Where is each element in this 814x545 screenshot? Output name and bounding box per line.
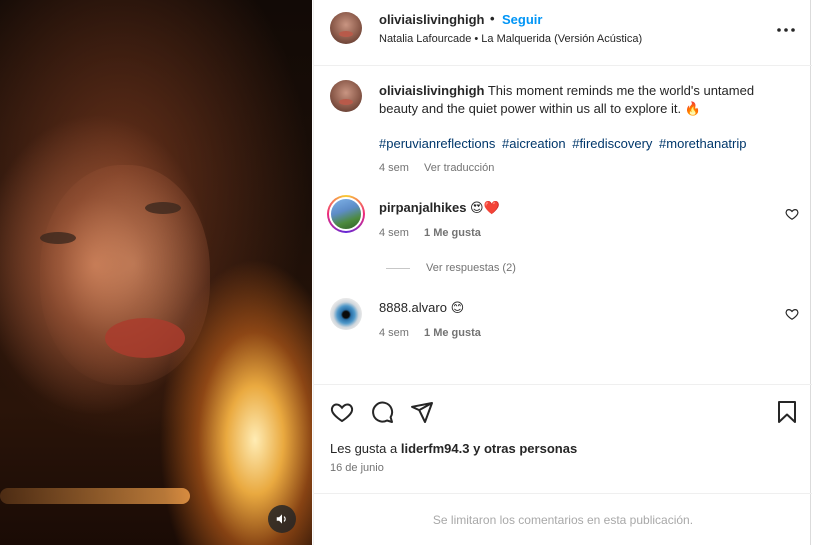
more-horizontal-icon	[777, 28, 795, 32]
comment-meta: 4 sem 1 Me gusta	[379, 227, 493, 239]
audio-track-link[interactable]: Natalia Lafourcade • La Malquerida (Vers…	[379, 33, 642, 45]
heart-icon	[330, 403, 354, 423]
post-caption: oliviaislivinghigh This moment reminds m…	[379, 82, 789, 118]
hashtag-link[interactable]: #aicreation	[502, 136, 566, 151]
likes-suffix[interactable]: y otras personas	[473, 441, 577, 456]
post-date[interactable]: 16 de junio	[330, 462, 384, 474]
post-actions-bar	[314, 384, 812, 436]
comment-likes-count[interactable]: 1 Me gusta	[424, 327, 481, 339]
post-header: oliviaislivinghigh • Seguir Natalia Lafo…	[314, 0, 812, 66]
translate-link[interactable]: Ver traducción	[424, 162, 494, 174]
volume-icon	[276, 514, 286, 524]
likes-prefix: Les gusta a	[330, 441, 398, 456]
like-button[interactable]	[328, 398, 356, 426]
comment-username[interactable]: 8888.alvaro	[379, 300, 447, 315]
header-separator: •	[490, 11, 495, 26]
replies-divider-line	[386, 267, 410, 269]
likes-user-link[interactable]: liderfm94.3	[401, 441, 470, 456]
commenter-avatar	[329, 197, 363, 231]
comment-like-heart-icon[interactable]	[785, 207, 799, 221]
commenter-avatar-story-ring[interactable]	[327, 195, 365, 233]
save-button[interactable]	[773, 398, 801, 426]
share-button[interactable]	[408, 398, 436, 426]
author-avatar[interactable]	[330, 12, 362, 44]
caption-hashtags: #peruvianreflections #aicreation #firedi…	[379, 136, 750, 151]
comment-icon	[372, 401, 394, 423]
portrait-eye-left	[40, 232, 76, 244]
caption-author-avatar[interactable]	[330, 80, 362, 112]
comment-username[interactable]: pirpanjalhikes	[379, 200, 466, 215]
comments-limited-notice: Se limitaron los comentarios en esta pub…	[314, 493, 812, 545]
hashtag-link[interactable]: #morethanatrip	[659, 136, 746, 151]
comment-meta: 4 sem 1 Me gusta	[379, 327, 493, 339]
hashtag-link[interactable]: #peruvianreflections	[379, 136, 495, 151]
comment-likes-count[interactable]: 1 Me gusta	[424, 227, 481, 239]
portrait-lips	[105, 318, 185, 358]
comment-text: 😍❤️	[470, 200, 500, 215]
caption-meta: 4 sem Ver traducción	[379, 162, 506, 174]
hashtag-link[interactable]: #firediscovery	[572, 136, 652, 151]
bookmark-icon	[778, 401, 796, 423]
post-details-panel: oliviaislivinghigh • Seguir Natalia Lafo…	[313, 0, 812, 545]
audio-toggle-button[interactable]	[268, 505, 296, 533]
commenter-avatar[interactable]	[330, 298, 362, 330]
ember-glow	[0, 488, 190, 504]
more-options-button[interactable]	[774, 18, 798, 42]
caption-username[interactable]: oliviaislivinghigh	[379, 83, 484, 98]
comment-time: 4 sem	[379, 227, 409, 239]
comment-text: 😊	[450, 300, 465, 315]
likes-summary: Les gusta a liderfm94.3 y otras personas	[330, 441, 577, 456]
view-replies-button[interactable]: Ver respuestas (2)	[386, 262, 516, 274]
author-username[interactable]: oliviaislivinghigh	[379, 12, 484, 27]
post-media[interactable]	[0, 0, 312, 545]
comment-time: 4 sem	[379, 327, 409, 339]
comment: pirpanjalhikes 😍❤️	[379, 200, 500, 216]
portrait-eye-right	[145, 202, 181, 214]
share-icon	[411, 402, 433, 423]
comment-like-heart-icon[interactable]	[785, 307, 799, 321]
caption-time: 4 sem	[379, 162, 409, 174]
follow-button[interactable]: Seguir	[502, 12, 542, 27]
comment-button[interactable]	[368, 398, 396, 426]
view-replies-label: Ver respuestas (2)	[426, 262, 516, 274]
comment: 8888.alvaro 😊	[379, 300, 464, 316]
